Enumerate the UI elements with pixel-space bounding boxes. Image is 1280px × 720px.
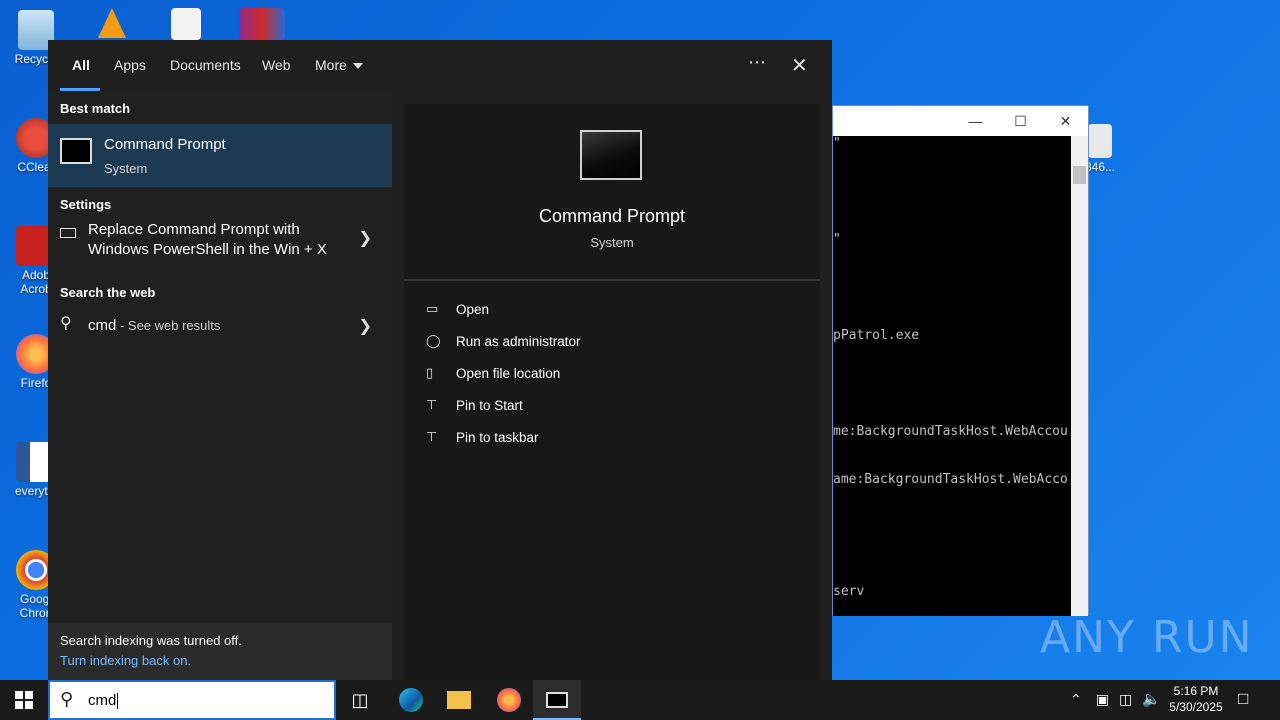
scrollbar-thumb[interactable] xyxy=(1073,166,1086,184)
section-search-web: Search the web xyxy=(60,285,156,300)
pin-icon: ⊤ xyxy=(426,397,438,412)
maximize-button[interactable]: ☐ xyxy=(998,106,1043,136)
section-settings: Settings xyxy=(60,197,112,212)
close-window-button[interactable]: ✕ xyxy=(1043,106,1088,136)
open-icon: ▭ xyxy=(426,301,439,316)
taskbar-search-box[interactable]: ⚲ cmd xyxy=(48,680,336,720)
console-line: pPatrol.exe xyxy=(833,328,920,343)
indexing-notice: Search indexing was turned off. Turn ind… xyxy=(48,623,392,680)
vlc-icon xyxy=(98,8,126,38)
preview-subtitle: System xyxy=(590,235,634,250)
windows-logo-icon xyxy=(15,690,33,709)
console-line: ame:BackgroundTaskHost.WebAcco xyxy=(833,472,1068,487)
section-best-match: Best match xyxy=(60,101,131,116)
tab-all[interactable]: All xyxy=(72,40,90,92)
turn-indexing-on-link[interactable]: Turn indexing back on. xyxy=(60,653,191,668)
winrar-icon xyxy=(239,8,285,40)
preview-title: Command Prompt xyxy=(538,206,686,226)
action-label: Pin to Start xyxy=(456,398,523,413)
web-result-item[interactable]: ⚲ cmd - See web results ❯ xyxy=(48,314,392,342)
settings-result-line1: Replace Command Prompt with xyxy=(88,221,300,238)
web-result-text: cmd - See web results xyxy=(88,316,220,336)
close-icon[interactable]: ✕ xyxy=(791,53,808,78)
active-tab-indicator xyxy=(60,88,100,91)
pin-icon: ⊤ xyxy=(426,429,438,444)
notifications-icon[interactable]: □ xyxy=(1238,689,1248,709)
cmd-taskbar-button[interactable] xyxy=(533,680,581,720)
folder-icon xyxy=(447,690,471,709)
desktop-icon-document[interactable] xyxy=(150,8,222,42)
firefox-icon xyxy=(497,687,521,712)
indexing-message: Search indexing was turned off. xyxy=(60,633,242,648)
taskbar: ⚲ cmd ◫ ⌃ ▣ ◫ 🔈 5:16 PM 5/30/2025 □ xyxy=(0,680,1280,720)
console-scrollbar[interactable] xyxy=(1071,136,1088,616)
search-icon: ⚲ xyxy=(60,689,74,709)
settings-result-line2: Windows PowerShell in the Win + X xyxy=(88,241,327,258)
clock-time: 5:16 PM xyxy=(1173,684,1219,698)
console-line: serv xyxy=(833,584,865,599)
action-label: Open file location xyxy=(456,366,561,381)
console-titlebar[interactable]: — ☐ ✕ xyxy=(833,106,1088,136)
tab-documents[interactable]: Documents xyxy=(170,40,241,92)
minimize-button[interactable]: — xyxy=(953,106,998,136)
tab-web[interactable]: Web xyxy=(262,40,291,92)
desktop-icon-vlc[interactable] xyxy=(76,8,148,40)
taskbar-search-input[interactable]: cmd xyxy=(88,692,119,710)
console-line: " xyxy=(833,136,841,151)
search-query-text: cmd xyxy=(88,692,117,709)
action-label: Pin to taskbar xyxy=(456,430,539,445)
console-window[interactable]: — ☐ ✕ " " pPatrol.exe me:BackgroundTaskH… xyxy=(832,105,1089,616)
file-explorer-taskbar-button[interactable] xyxy=(435,680,483,720)
best-match-item[interactable]: Command Prompt System xyxy=(48,124,392,187)
search-tabs: All Apps Documents Web More ⋯ ✕ xyxy=(48,40,832,92)
document-icon xyxy=(171,8,201,40)
console-line: me:BackgroundTaskHost.WebAccou xyxy=(833,424,1068,439)
desktop-icon-winrar[interactable] xyxy=(226,8,298,42)
divider xyxy=(404,279,820,281)
wifi-icon[interactable]: ◫ xyxy=(1119,691,1132,708)
chevron-down-icon xyxy=(352,63,363,70)
best-match-title: Command Prompt xyxy=(104,136,226,153)
console-line: " xyxy=(833,232,841,247)
watermark: ANY RUN xyxy=(1040,612,1254,663)
command-prompt-icon xyxy=(546,691,568,708)
clock-date: 5/30/2025 xyxy=(1169,700,1223,714)
network-icon[interactable]: ▣ xyxy=(1096,691,1109,708)
file-location-icon: ▯ xyxy=(426,365,434,380)
settings-result-item[interactable]: Replace Command Prompt with Windows Powe… xyxy=(48,220,392,268)
command-prompt-icon xyxy=(60,138,92,164)
search-icon: ⚲ xyxy=(60,315,72,332)
show-hidden-icons-button[interactable]: ⌃ xyxy=(1070,691,1082,708)
best-match-subtitle: System xyxy=(104,161,148,176)
chevron-right-icon[interactable]: ❯ xyxy=(359,316,372,336)
console-output: " " pPatrol.exe me:BackgroundTaskHost.We… xyxy=(833,136,1073,616)
text-cursor xyxy=(117,693,119,710)
start-button[interactable] xyxy=(0,680,48,720)
ellipsis-icon[interactable]: ⋯ xyxy=(748,52,766,73)
command-prompt-large-icon xyxy=(580,130,642,180)
tab-more-label: More xyxy=(315,57,347,73)
shield-icon: ◯ xyxy=(426,333,441,348)
edge-icon xyxy=(399,687,423,712)
monitor-icon xyxy=(60,228,76,238)
firefox-taskbar-button[interactable] xyxy=(485,680,533,720)
action-label: Open xyxy=(456,302,490,317)
tab-more[interactable]: More xyxy=(315,40,363,92)
edge-taskbar-button[interactable] xyxy=(387,680,435,720)
file-icon xyxy=(1088,124,1112,158)
preview-pane: Command Prompt System ▭ Open ◯ Run as ad… xyxy=(404,104,820,680)
chevron-right-icon[interactable]: ❯ xyxy=(359,228,372,248)
action-label: Run as administrator xyxy=(456,334,581,349)
tab-apps[interactable]: Apps xyxy=(114,40,146,92)
clock[interactable]: 5:16 PM 5/30/2025 xyxy=(1166,684,1226,714)
task-view-button[interactable]: ◫ xyxy=(336,680,384,720)
results-list: Best match Command Prompt System Setting… xyxy=(48,92,392,680)
web-result-suffix: - See web results xyxy=(116,318,221,333)
volume-icon[interactable]: 🔈 xyxy=(1142,690,1161,708)
web-result-query: cmd xyxy=(88,317,117,334)
search-panel: All Apps Documents Web More ⋯ ✕ Best mat… xyxy=(48,40,832,680)
